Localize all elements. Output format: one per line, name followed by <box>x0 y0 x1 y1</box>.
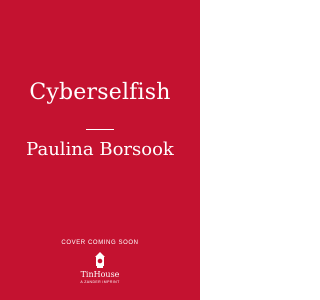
author-name: Paulina Borsook <box>26 139 174 160</box>
book-cover: Cyberselfish Paulina Borsook COVER COMIN… <box>0 0 200 300</box>
tin-house-logo-icon <box>95 252 105 268</box>
title-divider <box>86 129 114 130</box>
book-title: Cyberselfish <box>29 80 171 105</box>
publisher-name: TinHouse <box>80 270 120 279</box>
cover-status-text: COVER COMING SOON <box>61 240 139 246</box>
publisher-imprint: A ZANDER IMPRINT <box>80 280 120 284</box>
